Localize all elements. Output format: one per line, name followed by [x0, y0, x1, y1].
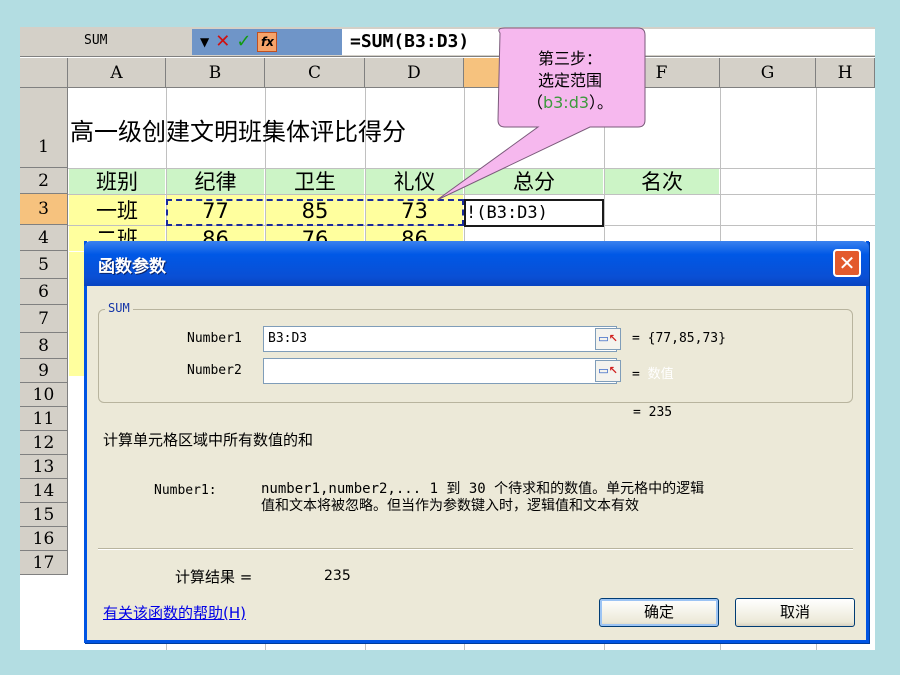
number2-label: Number2 — [187, 363, 242, 378]
parameter-name: Number1: — [154, 483, 217, 498]
calc-result-label: 计算结果 = — [175, 568, 253, 586]
number1-result: = {77,85,73} — [632, 331, 726, 346]
cancel-button[interactable]: 取消 — [735, 598, 855, 627]
dialog-titlebar[interactable]: 函数参数 ✕ — [84, 241, 869, 286]
function-description: 计算单元格区域中所有数值的和 — [103, 431, 314, 449]
calc-result-value: 235 — [324, 568, 351, 584]
formula-result: = 235 — [633, 405, 673, 420]
parameter-description-line2: 值和文本将被忽略。但当作为参数键入时，逻辑值和文本有效 — [261, 498, 639, 514]
number2-equals: = — [632, 367, 648, 382]
function-group-box — [98, 309, 853, 403]
function-name-label: SUM — [105, 301, 133, 315]
help-link[interactable]: 有关该函数的帮助(H) — [103, 602, 246, 623]
parameter-description-line1: number1,number2,... 1 到 30 个待求和的数值。单元格中的… — [261, 481, 705, 497]
callout-prefix: （ — [526, 93, 543, 112]
range-select-icon[interactable]: ▭↖ — [595, 328, 621, 350]
divider — [98, 548, 853, 550]
dialog-title: 函数参数 — [98, 257, 166, 277]
parameter-description: number1,number2,... 1 到 30 个待求和的数值。单元格中的… — [261, 481, 861, 515]
function-arguments-dialog: 函数参数 ✕ SUM Number1 B3:D3 ▭↖ = {77,85,73}… — [84, 241, 869, 643]
callout-line3: （b3:d3）。 — [500, 92, 640, 114]
callout-line1: 第三步： — [537, 49, 602, 68]
number1-input[interactable]: B3:D3 — [263, 326, 617, 352]
number1-label: Number1 — [187, 331, 242, 346]
callout-suffix: ）。 — [589, 93, 614, 112]
number2-hint: 数值 — [647, 367, 674, 382]
ok-button[interactable]: 确定 — [599, 598, 719, 627]
close-icon[interactable]: ✕ — [833, 249, 861, 277]
callout-range: b3:d3 — [542, 93, 590, 112]
callout-text: 第三步： 选定范围 （b3:d3）。 — [500, 48, 640, 114]
callout-line2: 选定范围 — [537, 71, 602, 90]
number2-result: = 数值 — [632, 363, 674, 382]
range-select-icon[interactable]: ▭↖ — [595, 360, 621, 382]
number2-input[interactable] — [263, 358, 617, 384]
